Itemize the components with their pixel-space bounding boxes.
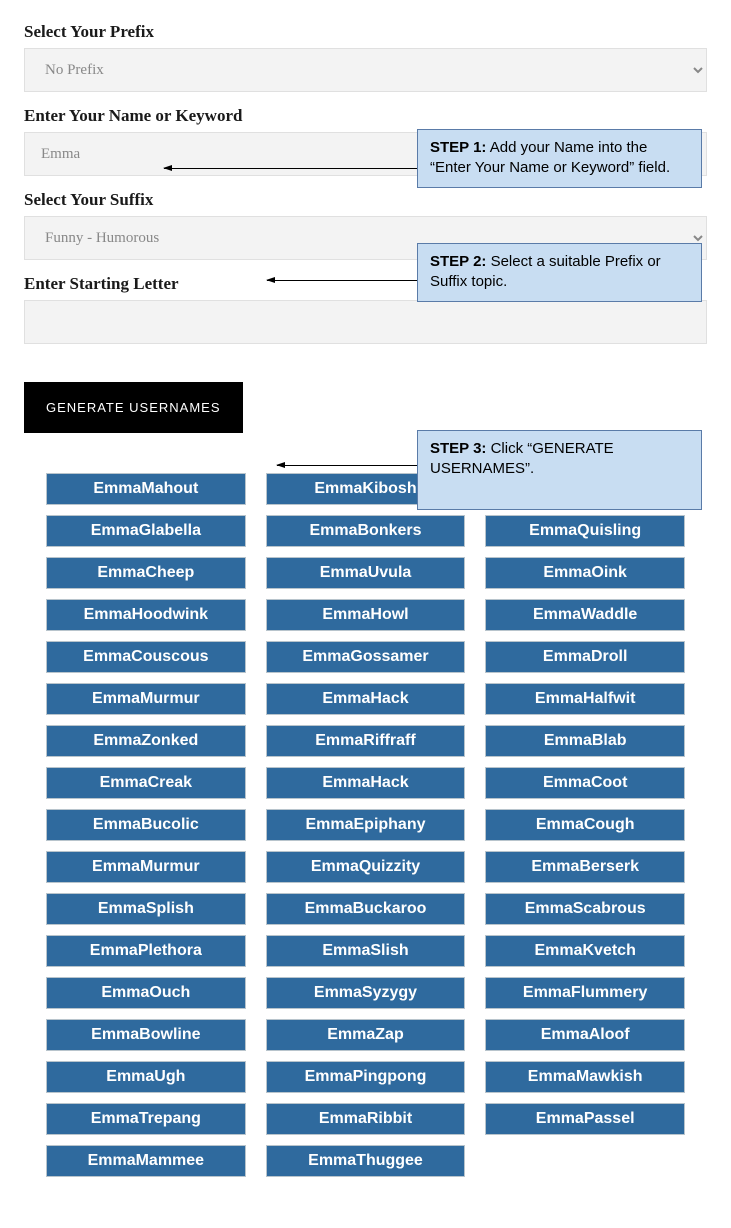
result-item[interactable]: EmmaHack: [266, 767, 466, 799]
result-item[interactable]: EmmaCreak: [46, 767, 246, 799]
result-item[interactable]: EmmaZap: [266, 1019, 466, 1051]
result-item[interactable]: EmmaSplish: [46, 893, 246, 925]
result-item[interactable]: EmmaDroll: [485, 641, 685, 673]
result-item[interactable]: EmmaPlethora: [46, 935, 246, 967]
result-item[interactable]: EmmaBucolic: [46, 809, 246, 841]
result-item[interactable]: EmmaSlish: [266, 935, 466, 967]
result-item[interactable]: EmmaHalfwit: [485, 683, 685, 715]
result-item[interactable]: EmmaBuckaroo: [266, 893, 466, 925]
callout-step3: STEP 3: Click “GENERATE USERNAMES”.: [417, 430, 702, 510]
result-item[interactable]: EmmaMammee: [46, 1145, 246, 1177]
result-item[interactable]: EmmaBonkers: [266, 515, 466, 547]
arrow-step2: [267, 280, 417, 281]
result-item[interactable]: EmmaSyzygy: [266, 977, 466, 1009]
result-item[interactable]: EmmaQuisling: [485, 515, 685, 547]
generate-button[interactable]: GENERATE USERNAMES: [24, 382, 243, 433]
result-item[interactable]: EmmaThuggee: [266, 1145, 466, 1177]
result-item[interactable]: EmmaOink: [485, 557, 685, 589]
result-item[interactable]: EmmaHack: [266, 683, 466, 715]
callout-step1: STEP 1: Add your Name into the “Enter Yo…: [417, 129, 702, 188]
result-item[interactable]: EmmaScabrous: [485, 893, 685, 925]
result-item[interactable]: EmmaAloof: [485, 1019, 685, 1051]
result-item[interactable]: EmmaHoodwink: [46, 599, 246, 631]
result-item[interactable]: EmmaCoot: [485, 767, 685, 799]
result-item[interactable]: EmmaBerserk: [485, 851, 685, 883]
result-item[interactable]: EmmaTrepang: [46, 1103, 246, 1135]
result-item[interactable]: EmmaPassel: [485, 1103, 685, 1135]
result-item[interactable]: EmmaOuch: [46, 977, 246, 1009]
result-item[interactable]: EmmaGlabella: [46, 515, 246, 547]
result-item[interactable]: EmmaMurmur: [46, 851, 246, 883]
result-item[interactable]: EmmaMurmur: [46, 683, 246, 715]
starting-letter-input[interactable]: [24, 300, 707, 344]
result-item[interactable]: EmmaUvula: [266, 557, 466, 589]
prefix-label: Select Your Prefix: [24, 22, 707, 42]
result-item[interactable]: EmmaQuizzity: [266, 851, 466, 883]
result-item[interactable]: EmmaCouscous: [46, 641, 246, 673]
result-item[interactable]: EmmaBlab: [485, 725, 685, 757]
arrow-step1: [164, 168, 417, 169]
result-item[interactable]: EmmaRibbit: [266, 1103, 466, 1135]
result-item[interactable]: EmmaCheep: [46, 557, 246, 589]
result-item[interactable]: EmmaRiffraff: [266, 725, 466, 757]
result-item[interactable]: EmmaWaddle: [485, 599, 685, 631]
keyword-label: Enter Your Name or Keyword: [24, 106, 707, 126]
result-item[interactable]: EmmaKvetch: [485, 935, 685, 967]
result-item[interactable]: EmmaPingpong: [266, 1061, 466, 1093]
prefix-select[interactable]: No Prefix: [24, 48, 707, 92]
result-item[interactable]: EmmaMawkish: [485, 1061, 685, 1093]
result-item[interactable]: EmmaMahout: [46, 473, 246, 505]
result-item[interactable]: EmmaZonked: [46, 725, 246, 757]
result-item[interactable]: EmmaCough: [485, 809, 685, 841]
result-item[interactable]: EmmaFlummery: [485, 977, 685, 1009]
arrow-step3: [277, 465, 417, 466]
suffix-label: Select Your Suffix: [24, 190, 707, 210]
results-grid: EmmaMahoutEmmaKiboshEmmaZoomEmmaGlabella…: [46, 473, 685, 1177]
callout-step2: STEP 2: Select a suitable Prefix or Suff…: [417, 243, 702, 302]
result-item[interactable]: EmmaGossamer: [266, 641, 466, 673]
result-item[interactable]: EmmaBowline: [46, 1019, 246, 1051]
result-item[interactable]: EmmaEpiphany: [266, 809, 466, 841]
result-item[interactable]: EmmaHowl: [266, 599, 466, 631]
result-item[interactable]: EmmaUgh: [46, 1061, 246, 1093]
